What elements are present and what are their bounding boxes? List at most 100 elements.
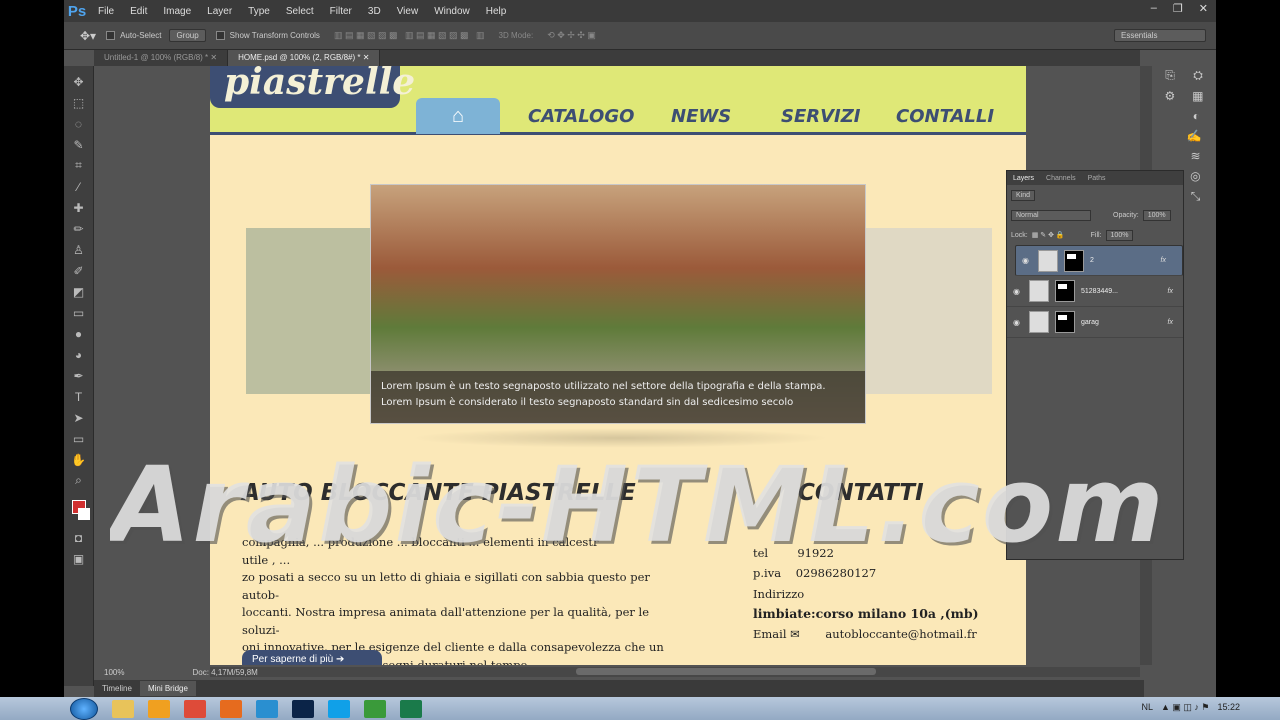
zoom-level[interactable]: 100%: [104, 668, 124, 677]
layers-icon[interactable]: ≋: [1190, 149, 1200, 163]
marquee-tool-icon[interactable]: ⬚: [69, 93, 89, 112]
swatches-icon[interactable]: ▦: [1192, 89, 1203, 103]
dodge-tool-icon[interactable]: ◕: [69, 345, 89, 364]
screen-mode-icon[interactable]: ▣: [69, 549, 89, 568]
auto-select-checkbox[interactable]: [106, 31, 116, 40]
explorer-icon[interactable]: [112, 699, 134, 718]
path-select-icon[interactable]: ➤: [69, 408, 89, 427]
tray-icons[interactable]: ▲ ▣ ◫ ♪ ⚑: [1161, 702, 1210, 713]
eye-icon[interactable]: ◉: [1022, 256, 1032, 265]
history-brush-icon[interactable]: ✐: [69, 261, 89, 280]
3d-icon[interactable]: ⛭: [1193, 68, 1203, 83]
gradient-tool-icon[interactable]: ▭: [69, 303, 89, 322]
show-transform-checkbox[interactable]: [215, 31, 225, 40]
menu-image[interactable]: Image: [155, 6, 199, 17]
eraser-tool-icon[interactable]: ◩: [69, 282, 89, 301]
skype-icon[interactable]: [328, 699, 350, 718]
photoshop-task-icon[interactable]: [292, 699, 314, 718]
layer-mask[interactable]: [1064, 249, 1084, 272]
3d-icons[interactable]: ⟲ ✥ ✢ ✣ ▣: [547, 30, 596, 41]
start-button[interactable]: [70, 697, 98, 720]
recorder-icon[interactable]: [400, 699, 422, 718]
layer-mask[interactable]: [1055, 280, 1075, 302]
zoom-tool-icon[interactable]: ⌕: [69, 471, 89, 490]
photoshop-window: Ps File Edit Image Layer Type Select Filter 3D V…: [64, 0, 1216, 697]
contact-email: Email ✉ autobloccante@hotmail.fr: [753, 627, 977, 641]
bottom-panel-tabs: Timeline Mini Bridge: [94, 680, 1144, 697]
restore-icon[interactable]: ❐: [1173, 2, 1183, 15]
opacity-input[interactable]: 100%: [1142, 209, 1171, 221]
menu-window[interactable]: Window: [426, 6, 478, 17]
minimize-icon[interactable]: –: [1151, 2, 1157, 15]
ie-icon[interactable]: [256, 699, 278, 718]
language-indicator[interactable]: NL: [1141, 702, 1153, 713]
align-icons[interactable]: ▥ ▤ ▦ ▧ ▨ ▩ ▥ ▤ ▦ ▧ ▨ ▩ ▥: [334, 30, 485, 41]
menu-help[interactable]: Help: [478, 6, 515, 17]
menu-type[interactable]: Type: [240, 6, 278, 17]
blur-tool-icon[interactable]: ●: [69, 324, 89, 343]
properties-icon[interactable]: ⚙: [1164, 89, 1175, 103]
group-select[interactable]: Group: [169, 29, 206, 42]
system-tray: NL ▲ ▣ ◫ ♪ ⚑ 15:22: [1141, 702, 1240, 713]
menu-layer[interactable]: Layer: [199, 6, 240, 17]
media-icon[interactable]: [148, 699, 170, 718]
kind-filter[interactable]: Kind: [1011, 189, 1036, 201]
type-tool-icon[interactable]: T: [69, 387, 89, 406]
quick-mask-icon[interactable]: ◘: [69, 528, 89, 547]
fx-icon[interactable]: fx: [1168, 288, 1183, 295]
tab-home[interactable]: HOME.psd @ 100% (2, RGB/8#) * ✕: [228, 50, 381, 66]
contact-piva: p.iva 02986280127: [753, 566, 877, 580]
layer-row[interactable]: ◉ 2 fx: [1015, 245, 1183, 276]
pen-tool-icon[interactable]: ✒: [69, 366, 89, 385]
layer-thumbnail: [1029, 311, 1049, 333]
workspace-select[interactable]: Essentials: [1114, 29, 1206, 42]
layer-mask[interactable]: [1055, 311, 1075, 333]
background-color[interactable]: [77, 508, 90, 520]
fill-input[interactable]: 100%: [1105, 229, 1134, 241]
chrome-icon[interactable]: [184, 699, 206, 718]
channels-icon[interactable]: ◎: [1190, 169, 1200, 183]
styles-icon[interactable]: ✍: [1187, 129, 1202, 143]
lasso-tool-icon[interactable]: ◌: [69, 114, 89, 133]
move-tool-icon[interactable]: ✥: [69, 72, 89, 91]
menu-select[interactable]: Select: [278, 6, 322, 17]
move-tool-icon[interactable]: ✥▾: [80, 29, 96, 43]
tab-layers[interactable]: Layers: [1007, 175, 1040, 182]
fx-icon[interactable]: fx: [1161, 257, 1176, 264]
layer-row[interactable]: ◉ 51283449... fx: [1007, 276, 1183, 307]
eyedropper-tool-icon[interactable]: ⁄: [69, 177, 89, 196]
hand-tool-icon[interactable]: ✋: [69, 450, 89, 469]
fx-icon[interactable]: fx: [1168, 319, 1183, 326]
nav-contatti: CONTALLI: [896, 106, 995, 127]
brush-tool-icon[interactable]: ✏: [69, 219, 89, 238]
close-icon[interactable]: ✕: [1199, 2, 1208, 15]
eye-icon[interactable]: ◉: [1013, 287, 1023, 296]
tab-mini-bridge[interactable]: Mini Bridge: [139, 681, 196, 696]
firefox-icon[interactable]: [220, 699, 242, 718]
nav-catalogo: CATALOGO: [528, 106, 635, 127]
eye-icon[interactable]: ◉: [1013, 318, 1023, 327]
menu-edit[interactable]: Edit: [122, 6, 155, 17]
tab-paths[interactable]: Paths: [1082, 175, 1112, 182]
layer-row[interactable]: ◉ garag fx: [1007, 307, 1183, 338]
document-canvas[interactable]: piastrelle ⌂ CATALOGO NEWS SERVIZI CONTA…: [210, 66, 1026, 665]
crop-tool-icon[interactable]: ⌗: [69, 156, 89, 175]
menu-3d[interactable]: 3D: [360, 6, 389, 17]
camtasia-icon[interactable]: [364, 699, 386, 718]
paths-icon[interactable]: ⤡: [1191, 189, 1201, 204]
menu-file[interactable]: File: [90, 6, 122, 17]
clock[interactable]: 15:22: [1217, 702, 1240, 713]
stamp-tool-icon[interactable]: ♙: [69, 240, 89, 259]
quick-select-tool-icon[interactable]: ✎: [69, 135, 89, 154]
menu-filter[interactable]: Filter: [322, 6, 360, 17]
adjustments-icon[interactable]: ◐: [1193, 109, 1200, 123]
healing-tool-icon[interactable]: ✚: [69, 198, 89, 217]
tab-channels[interactable]: Channels: [1040, 175, 1082, 182]
tab-timeline[interactable]: Timeline: [94, 684, 140, 693]
tab-untitled[interactable]: Untitled-1 @ 100% (RGB/8) * ✕: [94, 50, 229, 66]
shape-tool-icon[interactable]: ▭: [69, 429, 89, 448]
lock-icons[interactable]: ▦ ✎ ✥ 🔒: [1032, 231, 1065, 239]
history-icon[interactable]: ⎘: [1165, 68, 1175, 83]
menu-view[interactable]: View: [389, 6, 427, 17]
blend-mode-select[interactable]: Normal: [1011, 209, 1091, 221]
